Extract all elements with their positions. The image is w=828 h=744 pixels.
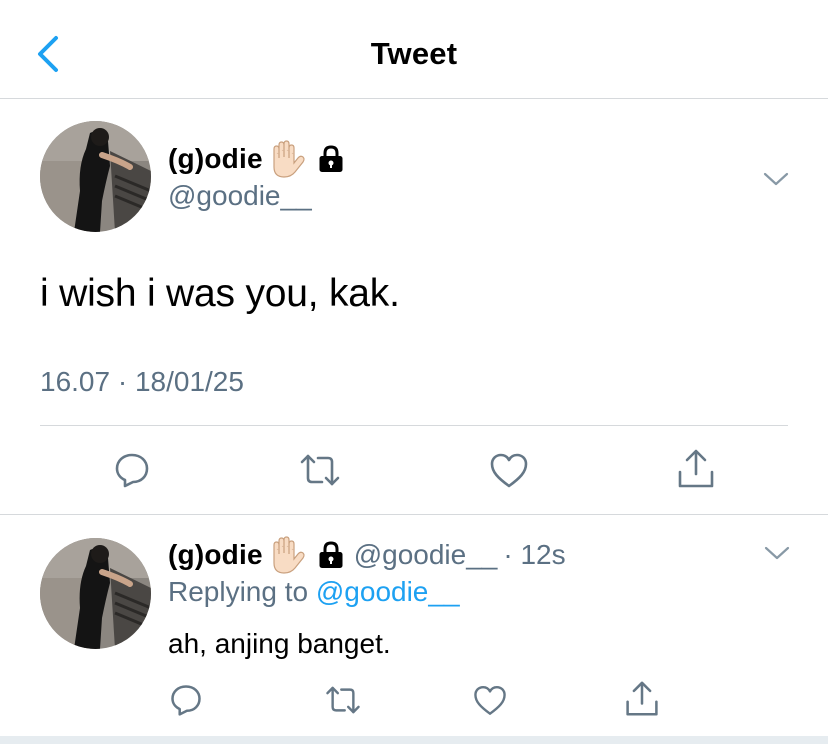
lock-icon [318, 144, 344, 174]
raised-hand-emoji-icon [266, 536, 308, 574]
share-icon[interactable] [624, 680, 660, 718]
timestamp[interactable]: 16.07 · 18/01/25 [40, 366, 244, 398]
time-ago: · 12s [503, 539, 566, 570]
mention-link[interactable]: @goodie__ [316, 576, 460, 607]
main-tweet: (g)odie @goodie__ i wish i was you, kak.… [0, 100, 828, 515]
chevron-down-icon[interactable] [762, 170, 790, 188]
avatar[interactable] [40, 121, 151, 232]
author-name-row: (g)odie @goodie__ · 12s [168, 536, 566, 574]
retweet-icon[interactable] [298, 452, 342, 488]
bottom-divider [0, 736, 828, 744]
heart-icon[interactable] [472, 682, 508, 718]
top-bar: Tweet [0, 0, 828, 99]
heart-icon[interactable] [488, 450, 530, 490]
reply-icon[interactable] [112, 450, 152, 490]
avatar[interactable] [40, 538, 151, 649]
chevron-down-icon[interactable] [763, 544, 791, 562]
replying-label: Replying to [168, 576, 316, 607]
share-icon[interactable] [676, 448, 716, 490]
tweet-text: ah, anjing banget. [168, 628, 391, 659]
display-name[interactable]: (g)odie [168, 539, 263, 571]
author-name-row: (g)odie [168, 140, 344, 178]
replying-to-line: Replying to @goodie__ [168, 576, 460, 608]
tweet-text: i wish i was you, kak. [40, 272, 400, 315]
lock-icon [318, 540, 344, 570]
user-handle[interactable]: @goodie__ [168, 180, 312, 212]
raised-hand-emoji-icon [266, 140, 308, 178]
divider [40, 425, 788, 426]
retweet-icon[interactable] [324, 684, 362, 716]
reply-icon[interactable] [168, 682, 204, 718]
display-name[interactable]: (g)odie [168, 143, 263, 175]
reply-tweet[interactable]: (g)odie @goodie__ · 12s Replying to @goo… [0, 516, 828, 736]
user-handle[interactable]: @goodie__ [354, 539, 498, 571]
page-title: Tweet [370, 36, 458, 71]
